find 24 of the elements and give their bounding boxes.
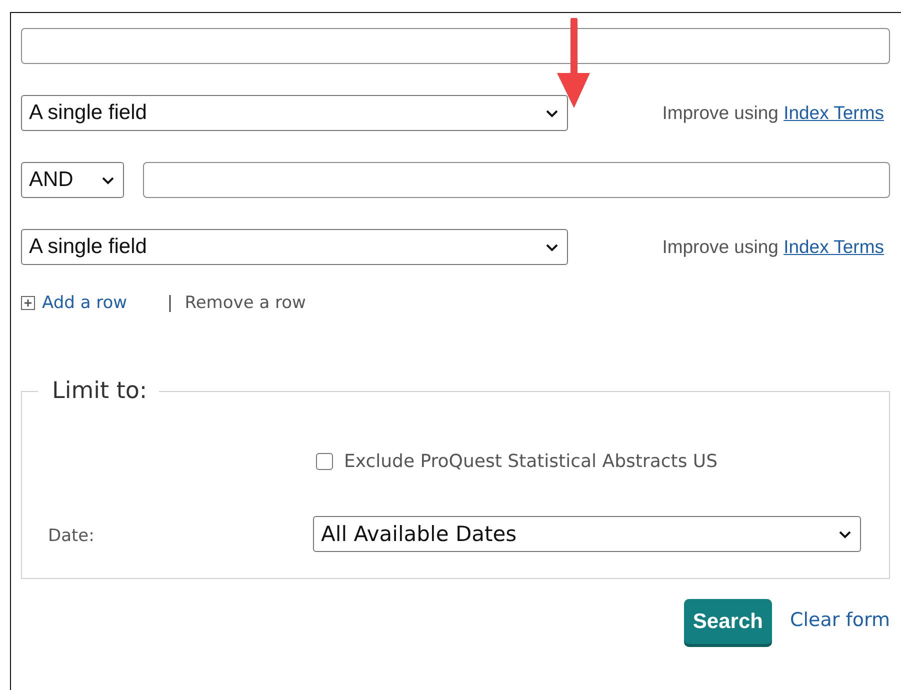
chevron-icon <box>101 176 115 184</box>
date-dropdown[interactable]: All Available Dates <box>313 516 861 552</box>
add-row-link[interactable]: Add a row <box>21 293 128 313</box>
separator: | <box>167 293 173 313</box>
remove-row-link[interactable]: Remove a row <box>184 293 306 313</box>
clear-form-link[interactable]: Clear form <box>790 608 890 630</box>
field-dropdown[interactable]: A single field <box>21 229 568 265</box>
index-terms-link[interactable]: Index Terms <box>784 236 884 257</box>
search-button[interactable]: Search <box>684 599 772 644</box>
field-dropdown[interactable]: A single field <box>21 95 568 131</box>
chevron-icon <box>545 242 559 252</box>
index-terms-hint: Improve using Index Terms <box>662 236 885 258</box>
date-label: Date: <box>47 525 96 546</box>
index-terms-hint: Improve using Index Terms <box>662 102 885 124</box>
search-field[interactable] <box>21 28 890 64</box>
checkbox[interactable] <box>316 453 333 470</box>
chevron-icon <box>838 530 852 538</box>
operator-dropdown[interactable]: AND <box>21 162 124 198</box>
chevron-icon <box>545 108 559 118</box>
index-terms-link[interactable]: Index Terms <box>784 102 884 123</box>
limit-legend: Limit to: <box>38 378 160 404</box>
search-field[interactable] <box>143 162 890 198</box>
plus-box-icon <box>21 296 35 310</box>
exclude-checkbox-label[interactable]: Exclude ProQuest Statistical Abstracts US <box>313 451 861 472</box>
